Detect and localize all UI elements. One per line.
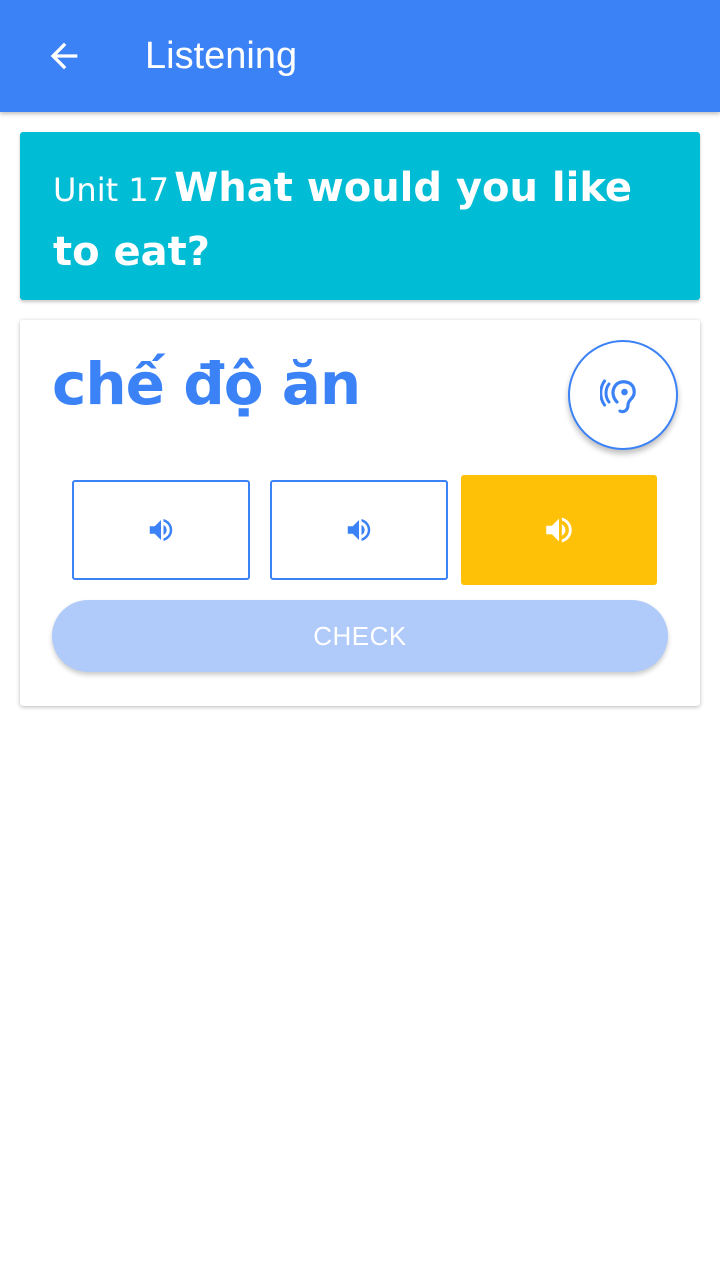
page-title: Listening	[145, 35, 298, 77]
audio-option-1[interactable]	[72, 480, 250, 580]
listen-button[interactable]	[568, 340, 678, 450]
audio-option-3-selected[interactable]	[461, 475, 657, 585]
unit-number: Unit 17	[53, 171, 170, 209]
back-button[interactable]	[28, 20, 100, 92]
listening-quiz-card: chế độ ăn CHECK	[20, 320, 700, 706]
check-button[interactable]: CHECK	[52, 600, 668, 672]
unit-header-card: Unit 17 What would you like to eat?	[20, 132, 700, 300]
speaker-icon	[146, 515, 176, 545]
vocabulary-word: chế độ ăn	[52, 350, 361, 418]
speaker-icon	[344, 515, 374, 545]
ear-icon	[600, 372, 646, 418]
speaker-icon	[542, 513, 576, 547]
audio-option-2[interactable]	[270, 480, 448, 580]
app-bar: Listening	[0, 0, 720, 112]
arrow-back-icon	[44, 36, 84, 76]
